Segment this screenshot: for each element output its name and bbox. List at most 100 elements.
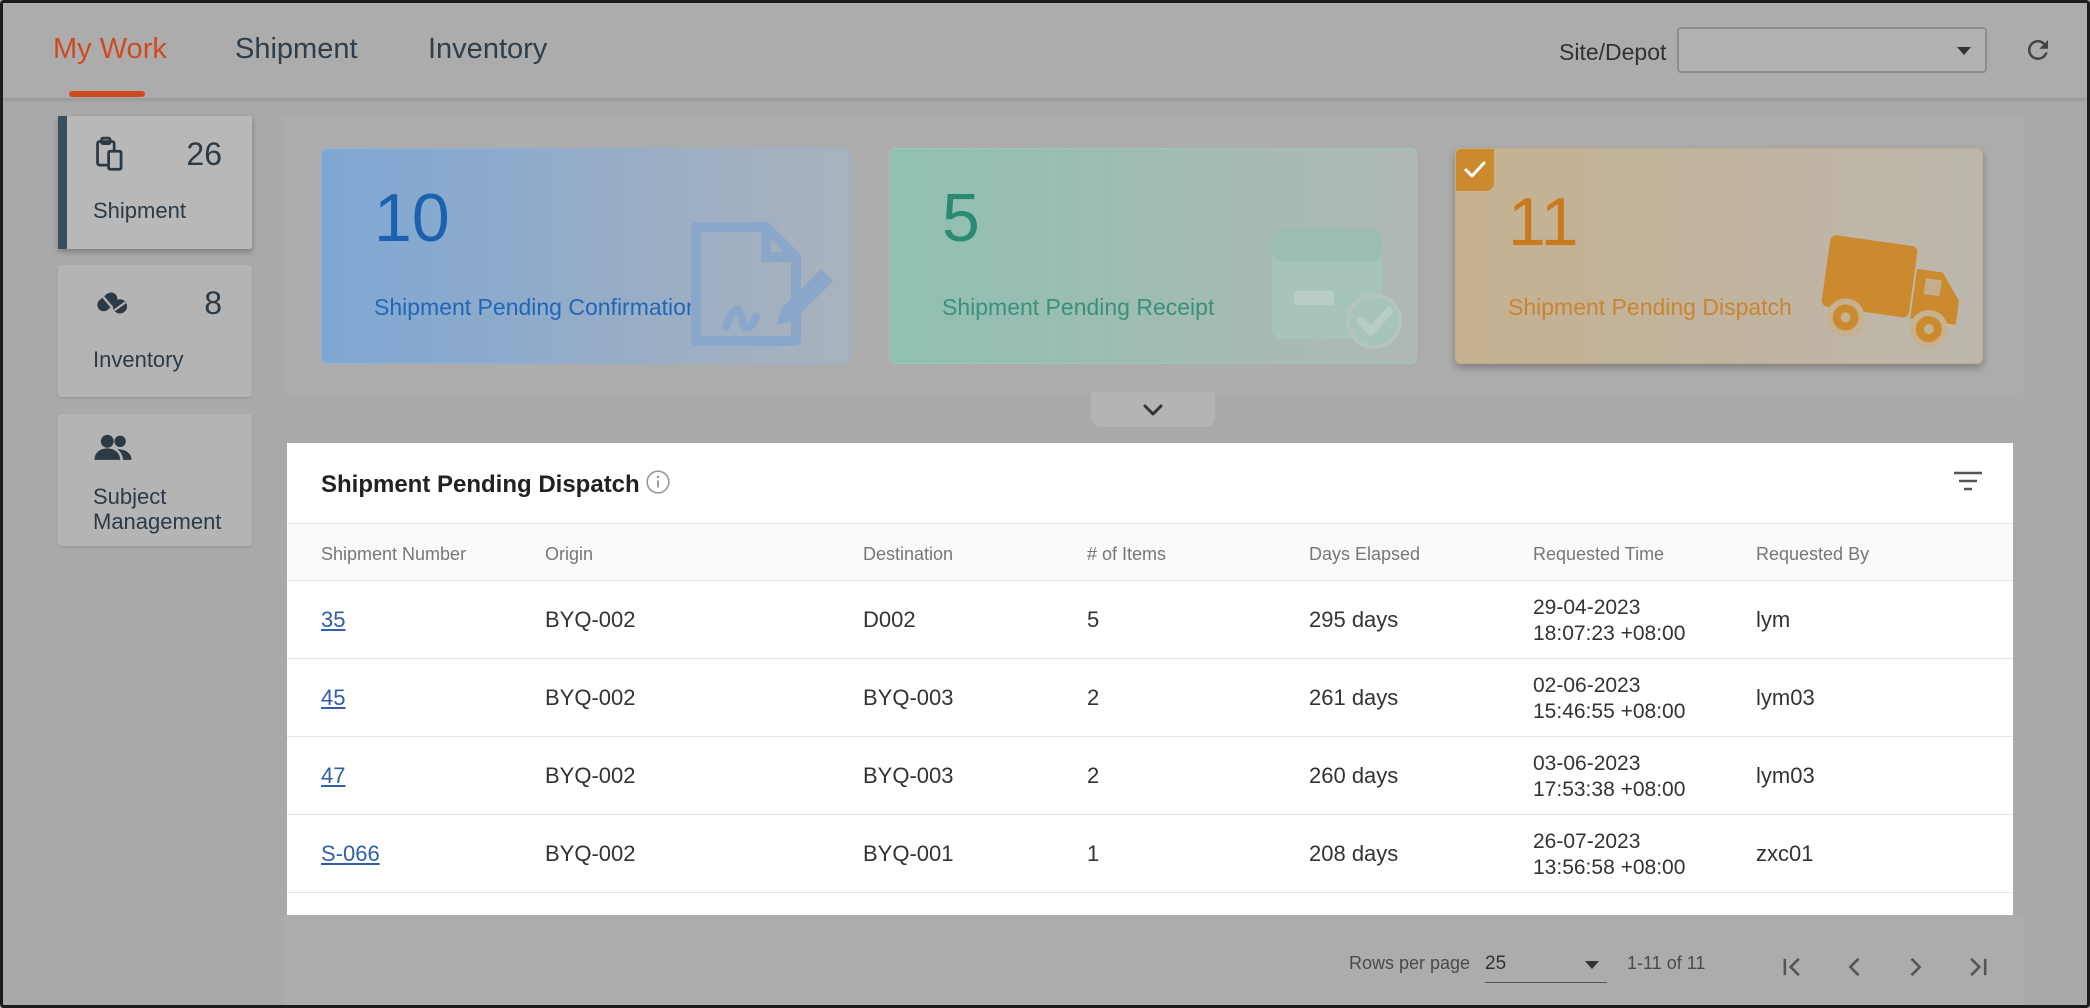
chevron-down-icon (1957, 47, 1971, 55)
items-cell: 1 (1087, 841, 1100, 866)
rows-per-page-select[interactable]: 25 (1485, 951, 1607, 983)
requested-by-cell: lym (1756, 607, 1791, 632)
tab-shipment[interactable]: Shipment (235, 33, 358, 66)
pills-icon (97, 292, 128, 314)
sidebar-item-label: Shipment (93, 198, 186, 223)
sidebar-item-subject-management[interactable]: Subject Management (58, 414, 252, 546)
inventory-count: 8 (204, 285, 222, 321)
card-label: Shipment Pending Dispatch (1508, 294, 1792, 320)
card-value: 5 (942, 180, 980, 256)
requested-clock: 15:46:55 +08:00 (1533, 700, 1686, 723)
card-value: 10 (374, 180, 450, 256)
tab-inventory[interactable]: Inventory (428, 33, 547, 66)
chevron-down-icon (1585, 961, 1599, 969)
shipment-number-cell: 45 (321, 685, 345, 711)
requested-time-cell: 02-06-2023 15:46:55 +08:00 (1533, 673, 1685, 725)
shipment-link[interactable]: 45 (321, 685, 345, 710)
column-header[interactable]: Requested By (1756, 544, 1869, 565)
card-value: 11 (1508, 184, 1579, 260)
shipment-number-cell: 35 (321, 607, 345, 633)
column-header[interactable]: Days Elapsed (1309, 544, 1420, 565)
sidebar-item-inventory[interactable]: 8 Inventory (58, 265, 252, 397)
requested-clock: 13:56:58 +08:00 (1533, 856, 1686, 879)
card-label: Shipment Pending Confirmation (374, 294, 699, 320)
requested-date: 02-06-2023 (1533, 674, 1641, 697)
card-pending-receipt[interactable]: 5 Shipment Pending Receipt (889, 148, 1417, 364)
chevron-left-icon (1848, 957, 1860, 977)
app-window: My Work Shipment Inventory Site/Depot 26… (0, 0, 2090, 1008)
refresh-icon (2027, 39, 2048, 60)
column-header[interactable]: Origin (545, 544, 593, 565)
origin-cell: BYQ-002 (545, 607, 636, 632)
active-indicator (58, 116, 67, 249)
tab-my-work[interactable]: My Work (53, 33, 167, 66)
card-label: Shipment Pending Receipt (942, 294, 1215, 320)
first-page-button[interactable] (1775, 949, 1811, 985)
destination-cell: BYQ-003 (863, 685, 954, 710)
origin-cell: BYQ-002 (545, 763, 636, 788)
selected-badge (1456, 149, 1494, 191)
table-row[interactable]: 47 BYQ-002 BYQ-003 2 260 days 03-06-2023… (287, 737, 2013, 815)
column-header[interactable]: Requested Time (1533, 544, 1664, 565)
table-row[interactable]: S-066 BYQ-002 BYQ-001 1 208 days 26-07-2… (287, 815, 2013, 893)
active-tab-indicator (69, 91, 145, 97)
sidebar-item-label: Inventory (93, 347, 184, 372)
previous-page-button[interactable] (1837, 949, 1873, 985)
next-page-button[interactable] (1897, 949, 1933, 985)
table-header: Shipment Number Origin Destination # of … (287, 523, 2013, 581)
requested-date: 29-04-2023 (1533, 596, 1641, 619)
sidebar-item-shipment[interactable]: 26 Shipment (58, 116, 252, 249)
table-title: Shipment Pending Dispatch (321, 471, 640, 498)
destination-cell: BYQ-001 (863, 841, 954, 866)
refresh-button[interactable] (2021, 33, 2055, 67)
shipment-number-cell: 47 (321, 763, 345, 789)
origin-cell: BYQ-002 (545, 841, 636, 866)
requested-by-cell: lym03 (1756, 763, 1815, 788)
collapse-summary-button[interactable] (1091, 392, 1215, 427)
items-cell: 2 (1087, 685, 1100, 710)
site-depot-label: Site/Depot (1559, 39, 1667, 65)
truck-icon (1821, 235, 1960, 349)
items-cell: 5 (1087, 607, 1100, 632)
shipment-link[interactable]: S-066 (321, 841, 380, 866)
destination-cell: D002 (863, 607, 916, 632)
document-sign-icon (691, 222, 833, 346)
filter-icon[interactable] (1953, 469, 1983, 493)
requested-date: 03-06-2023 (1533, 752, 1641, 775)
requested-time-cell: 29-04-2023 18:07:23 +08:00 (1533, 595, 1685, 647)
last-page-icon (1970, 957, 1987, 977)
requested-date: 26-07-2023 (1533, 830, 1641, 853)
column-header[interactable]: Shipment Number (321, 544, 466, 565)
days-elapsed-cell: 295 days (1309, 607, 1399, 632)
first-page-icon (1783, 957, 1800, 977)
column-header[interactable]: Destination (863, 544, 953, 565)
requested-clock: 17:53:38 +08:00 (1533, 778, 1686, 801)
requested-time-cell: 26-07-2023 13:56:58 +08:00 (1533, 829, 1685, 881)
table-row[interactable]: 45 BYQ-002 BYQ-003 2 261 days 02-06-2023… (287, 659, 2013, 737)
days-elapsed-cell: 260 days (1309, 763, 1399, 788)
clipboard-icon (96, 136, 123, 171)
destination-cell: BYQ-003 (863, 763, 954, 788)
sidebar-item-label: Subject Management (93, 484, 222, 534)
last-page-button[interactable] (1959, 949, 1995, 985)
days-elapsed-cell: 261 days (1309, 685, 1399, 710)
rows-per-page-label: Rows per page (1349, 953, 1471, 973)
days-elapsed-cell: 208 days (1309, 841, 1399, 866)
site-depot-select[interactable] (1677, 27, 1987, 73)
table-row[interactable]: 35 BYQ-002 D002 5 295 days 29-04-2023 18… (287, 581, 2013, 659)
items-cell: 2 (1087, 763, 1100, 788)
box-check-icon (1272, 229, 1402, 349)
origin-cell: BYQ-002 (545, 685, 636, 710)
shipment-number-cell: S-066 (321, 841, 380, 867)
pagination-bar (283, 915, 2023, 1005)
card-pending-dispatch[interactable]: 11 Shipment Pending Dispatch (1455, 148, 1983, 364)
requested-clock: 18:07:23 +08:00 (1533, 622, 1686, 645)
column-header[interactable]: # of Items (1087, 544, 1166, 565)
shipment-link[interactable]: 35 (321, 607, 345, 632)
info-icon[interactable] (645, 469, 671, 495)
shipment-link[interactable]: 47 (321, 763, 345, 788)
requested-by-cell: lym03 (1756, 685, 1815, 710)
chevron-right-icon (1910, 957, 1922, 977)
shipment-count: 26 (186, 136, 222, 172)
card-pending-confirmation[interactable]: 10 Shipment Pending Confirmation (321, 148, 849, 364)
